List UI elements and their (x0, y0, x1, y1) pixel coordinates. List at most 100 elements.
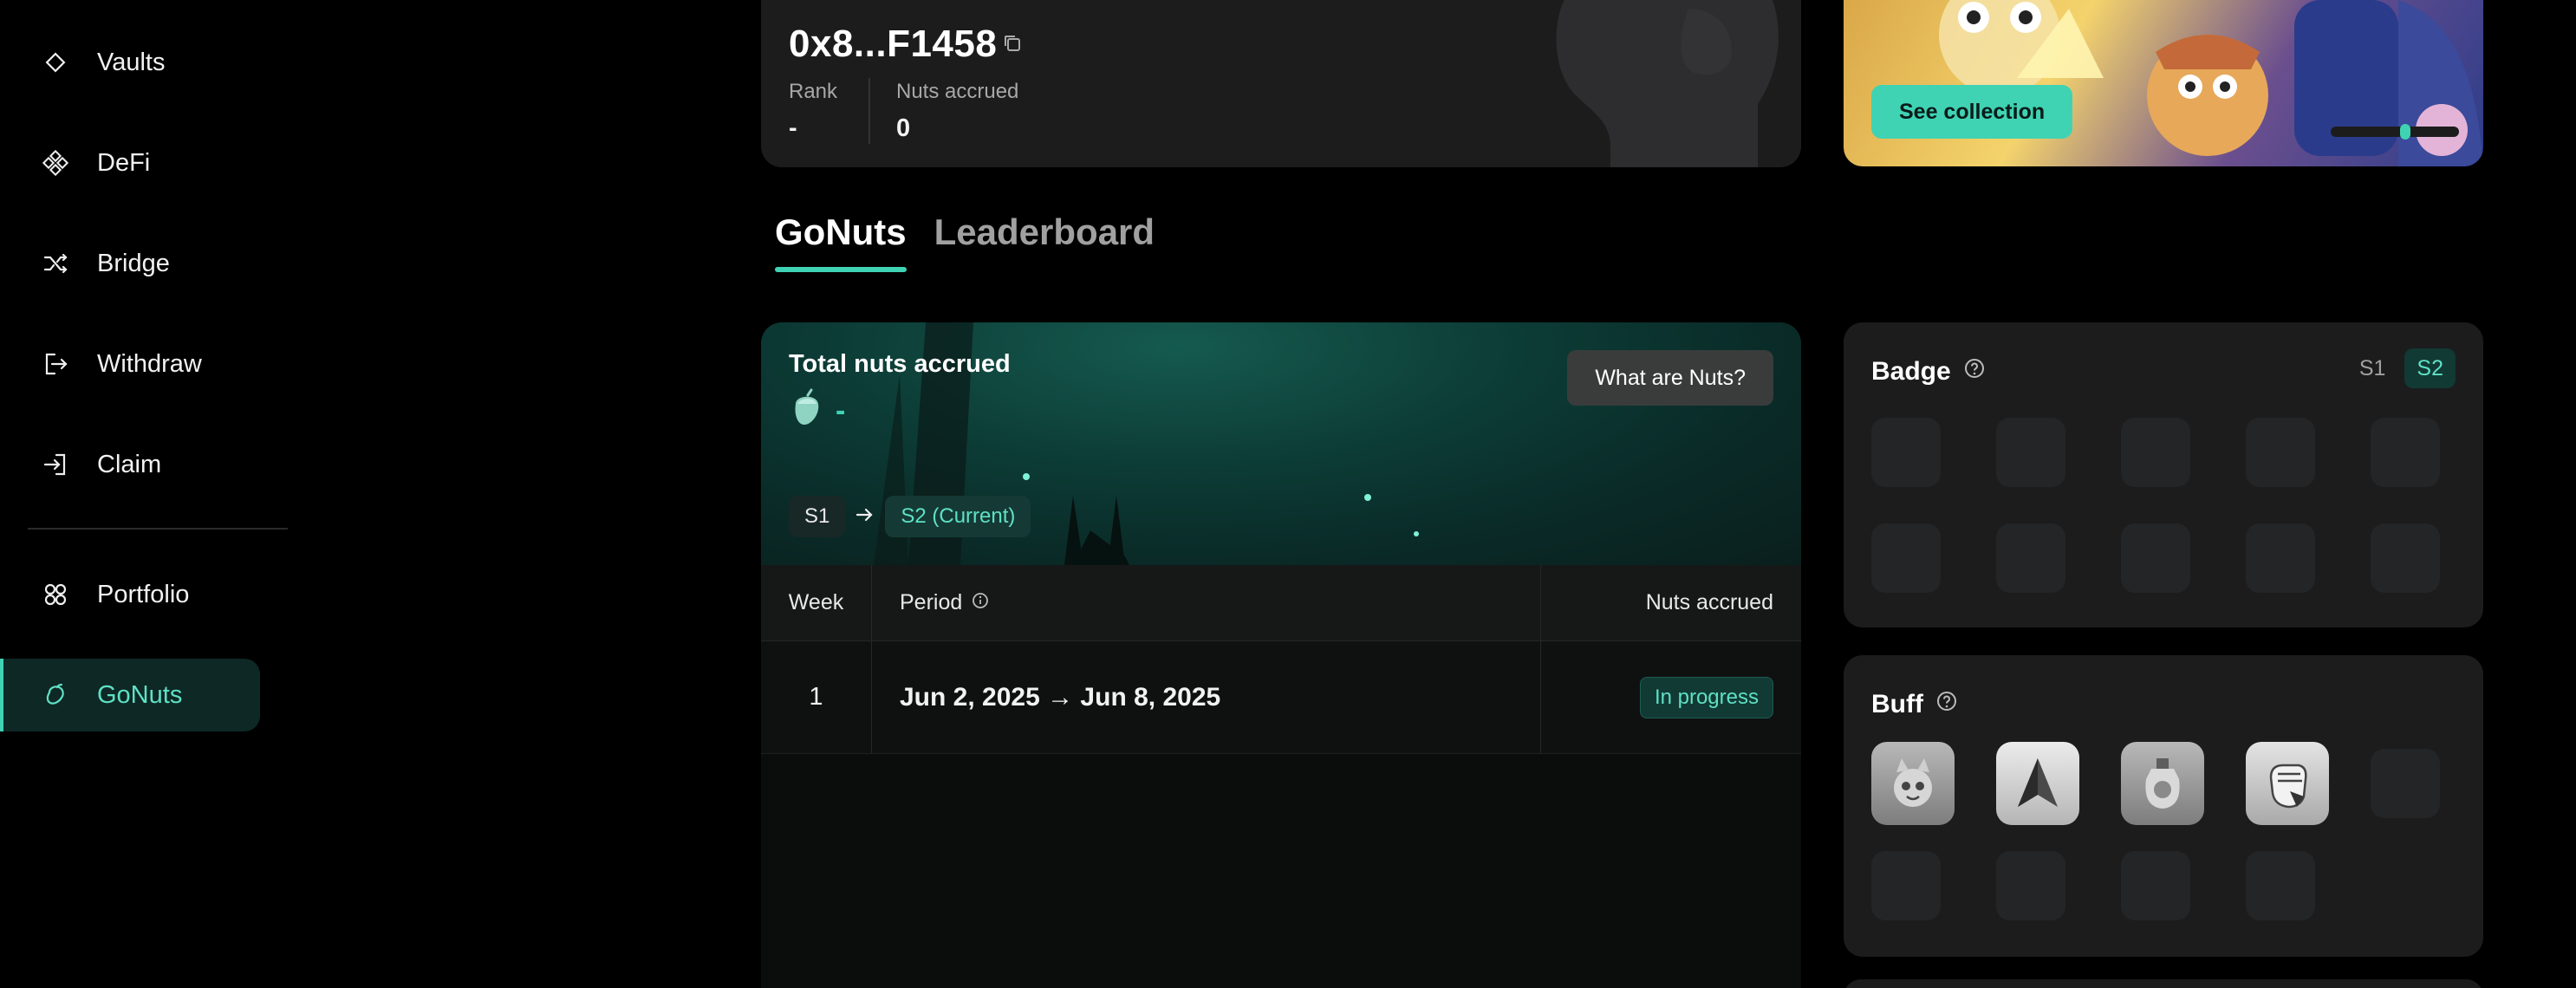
week-cell: 1 (761, 641, 872, 753)
nuts-cell: In progress (1541, 641, 1801, 753)
arrow-buff-icon[interactable] (1996, 742, 2079, 825)
table-row: 1 Jun 2, 2025 → Jun 8, 2025 In progress (761, 641, 1801, 754)
period-cell: Jun 2, 2025 → Jun 8, 2025 (872, 641, 1541, 753)
status-badge: In progress (1639, 676, 1773, 718)
help-icon[interactable] (1935, 690, 1958, 719)
sidebar-item-label: Portfolio (97, 580, 190, 608)
fist-buff-icon[interactable] (2246, 742, 2329, 825)
season-s1-pill[interactable]: S1 (789, 496, 846, 537)
sidebar-item-defi[interactable]: DeFi (0, 127, 260, 199)
sidebar-item-label: Withdraw (97, 349, 202, 378)
rank-label: Rank (789, 80, 838, 103)
nuts-hero: Total nuts accrued - What are Nuts? S1 S… (761, 322, 1801, 565)
help-icon[interactable] (1963, 357, 1986, 387)
buff-slot (1996, 851, 2065, 920)
season-s2-pill[interactable]: S2 (Current) (885, 496, 1031, 537)
buff-title: Buff (1871, 690, 1923, 718)
header-week-cell: Week (761, 565, 872, 640)
header-week: Week (788, 590, 844, 614)
badge-slot (2371, 418, 2440, 487)
claim-icon (42, 451, 69, 478)
badge-slot (1996, 418, 2065, 487)
collection-banner: See collection (1844, 0, 2483, 166)
badge-slot (2246, 523, 2315, 593)
sidebar-item-withdraw[interactable]: Withdraw (0, 328, 260, 400)
period-range: Jun 2, 2025 → Jun 8, 2025 (900, 682, 1221, 712)
sidebar-item-label: Bridge (97, 249, 170, 277)
badge-card: Badge S1 S2 (1844, 322, 2483, 627)
badge-slot (1996, 523, 2065, 593)
sidebar-divider (28, 528, 288, 530)
sidebar: Vaults DeFi Bridge Withdraw Claim Portfo… (0, 0, 295, 988)
buff-slot (2371, 749, 2440, 818)
buff-title-row: Buff (1871, 690, 1958, 719)
tab-gonuts[interactable]: GoNuts (775, 211, 907, 272)
shuffle-icon (42, 250, 69, 277)
total-nuts-title: Total nuts accrued (789, 350, 1011, 378)
sidebar-item-portfolio[interactable]: Portfolio (0, 558, 260, 631)
sidebar-item-label: DeFi (97, 148, 151, 177)
sidebar-item-label: Claim (97, 450, 162, 478)
squirrel-silhouette-icon (1556, 0, 1779, 167)
tab-bar: GoNuts Leaderboard (775, 211, 1155, 272)
buff-slot (2246, 851, 2315, 920)
nuts-accrued-stat: Nuts accrued 0 (896, 80, 1018, 143)
collection-artwork (1939, 0, 2483, 166)
wallet-address: 0x8...F1458 (789, 23, 998, 65)
header-nuts-accrued: Nuts accrued (1645, 590, 1773, 614)
carousel-indicator[interactable] (2331, 124, 2459, 140)
header-period: Period (900, 590, 963, 614)
grid-icon (42, 581, 69, 608)
week-number: 1 (809, 683, 823, 711)
arrow-right-icon (854, 504, 876, 530)
nuts-accrued-value: 0 (896, 114, 911, 142)
nuts-accrued-label: Nuts accrued (896, 80, 1019, 103)
see-collection-button[interactable]: See collection (1871, 85, 2073, 139)
next-card-edge (1844, 979, 2483, 988)
what-are-nuts-button[interactable]: What are Nuts? (1567, 350, 1773, 406)
badge-slot (2246, 418, 2315, 487)
header-period-cell: Period (872, 565, 1541, 640)
badge-slot (2371, 523, 2440, 593)
badge-title: Badge (1871, 357, 1951, 386)
badge-season-toggle: S1 S2 (2347, 348, 2456, 388)
squirrel-buff-icon[interactable] (1871, 742, 1955, 825)
badge-season-s1[interactable]: S1 (2347, 348, 2398, 388)
tab-leaderboard[interactable]: Leaderboard (934, 211, 1155, 272)
sidebar-item-gonuts[interactable]: GoNuts (0, 659, 260, 731)
season-selector: S1 S2 (Current) (789, 496, 1031, 537)
sidebar-item-label: Vaults (97, 48, 166, 76)
buff-slot (1871, 851, 1941, 920)
sidebar-item-vaults[interactable]: Vaults (0, 26, 260, 99)
badge-title-row: Badge (1871, 357, 1986, 387)
stat-divider (868, 78, 870, 144)
rank-value: - (789, 114, 797, 142)
copy-icon[interactable] (1002, 33, 1023, 58)
rank-stat: Rank - (789, 80, 837, 143)
badge-slot (2121, 418, 2190, 487)
carousel-active-dot (2400, 124, 2410, 140)
badge-slot (1871, 523, 1941, 593)
table-header: Week Period Nuts accrued (761, 565, 1801, 641)
buff-card: Buff (1844, 655, 2483, 957)
nut-icon (42, 681, 69, 709)
acorn-icon (789, 388, 823, 434)
total-nuts-number: - (836, 394, 846, 427)
withdraw-icon (42, 350, 69, 378)
badge-slot (1871, 418, 1941, 487)
badge-season-s2[interactable]: S2 (2404, 348, 2456, 388)
sidebar-item-label: GoNuts (97, 680, 183, 709)
total-nuts-value: - (789, 388, 845, 434)
profile-card: 0x8...F1458 Rank - Nuts accrued 0 (761, 0, 1801, 167)
badge-slot (2121, 523, 2190, 593)
info-icon[interactable] (971, 591, 990, 614)
weekly-nuts-table: Week Period Nuts accrued 1 Jun 2, 2025 →… (761, 565, 1801, 754)
sidebar-item-claim[interactable]: Claim (0, 428, 260, 501)
header-nuts-cell: Nuts accrued (1541, 565, 1801, 640)
potion-buff-icon[interactable] (2121, 742, 2204, 825)
sidebar-item-bridge[interactable]: Bridge (0, 227, 260, 300)
nuts-panel: Total nuts accrued - What are Nuts? S1 S… (761, 322, 1801, 988)
defi-icon (42, 149, 69, 177)
buff-slot (2121, 851, 2190, 920)
diamond-icon (42, 49, 69, 76)
